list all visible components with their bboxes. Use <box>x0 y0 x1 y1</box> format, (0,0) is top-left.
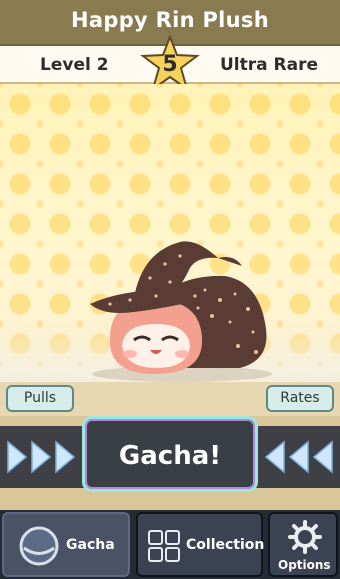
gear-icon <box>288 520 322 554</box>
star-number: 5 <box>162 52 178 77</box>
rates-button[interactable]: Rates <box>266 385 334 412</box>
arrow-left-icon <box>264 440 333 474</box>
rarity-label: Ultra Rare <box>219 55 318 75</box>
gacha-button-label: Gacha! <box>118 441 222 471</box>
gacha-button[interactable]: Gacha! <box>82 416 258 492</box>
collection-grid-icon <box>148 530 180 562</box>
level-label: Level 2 <box>40 55 109 75</box>
nav-options-tab[interactable]: Options <box>268 512 338 577</box>
gacha-band: Gacha! <box>0 416 340 510</box>
pills-row: Pulls Rates <box>0 382 340 416</box>
nav-options-label: Options <box>278 558 331 572</box>
nav-collection-label: Collection <box>186 537 265 553</box>
nav-gacha-label: Gacha <box>66 537 115 553</box>
gacha-capsule-icon <box>19 526 59 566</box>
plush-character-image <box>90 241 272 382</box>
plush-display <box>0 84 340 382</box>
arrow-right-icon <box>7 440 76 474</box>
nav-collection-tab[interactable]: Collection <box>136 512 265 577</box>
item-title: Happy Rin Plush <box>71 8 269 32</box>
pulls-button[interactable]: Pulls <box>6 385 74 412</box>
nav-gacha-tab[interactable]: Gacha <box>2 512 130 577</box>
bottom-nav: Gacha Collection Options <box>0 510 340 579</box>
